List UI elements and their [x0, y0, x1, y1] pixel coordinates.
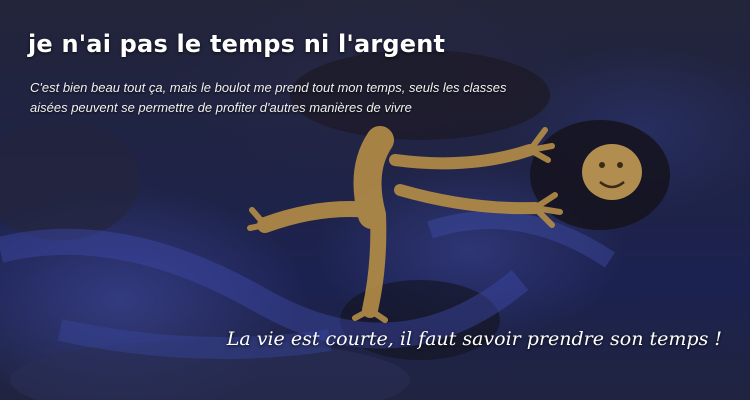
slide: je n'ai pas le temps ni l'argent C'est b…	[0, 0, 750, 400]
slide-subtitle: C'est bien beau tout ça, mais le boulot …	[30, 80, 507, 115]
slide-title: je n'ai pas le temps ni l'argent	[28, 30, 446, 58]
slide-quote: La vie est courte, il faut savoir prendr…	[226, 328, 722, 350]
